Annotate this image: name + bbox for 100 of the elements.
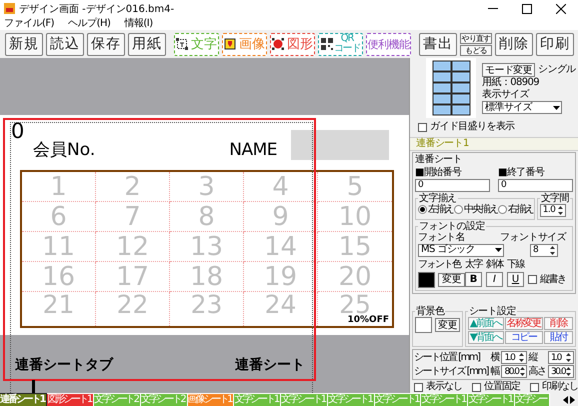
radio-button[interactable] (498, 205, 508, 214)
stamp-number: 13 (190, 232, 224, 260)
name-label: NAME (229, 140, 277, 160)
qr-code-icon (320, 38, 333, 50)
sheet-tab[interactable]: 連番シート1 (0, 393, 48, 406)
checkbox[interactable] (472, 382, 481, 392)
height-spinner[interactable]: 30.0 (548, 365, 574, 378)
spinner-arrows-icon[interactable] (549, 244, 556, 256)
italic-button[interactable]: I (486, 272, 503, 287)
spinner-arrows-icon[interactable] (518, 352, 526, 363)
stamp-number: 1 (50, 172, 67, 200)
menu-item[interactable]: ファイル(F) (4, 17, 54, 30)
group-title: 文字間 (540, 192, 570, 204)
group-title: 連番シート (415, 154, 464, 166)
stamp-number: 20 (338, 262, 372, 290)
spinner-arrows-icon[interactable] (565, 352, 572, 363)
field-label: 斜体 (486, 258, 504, 270)
sheet-button[interactable]: 貼付 (544, 331, 573, 344)
toolbar-button[interactable]: 削除 (495, 32, 533, 56)
radio-label: 左揃え (428, 204, 453, 216)
field-label: ■開始番号 (415, 166, 462, 178)
group-title: シート設定 (468, 306, 517, 317)
checkbox[interactable] (528, 275, 537, 284)
end-number-field[interactable]: 0 (498, 178, 573, 192)
paper-label: 用紙：08909 (482, 77, 540, 88)
stamp-number: 9 (272, 202, 289, 230)
radio-button[interactable] (418, 205, 427, 214)
stamp-number: 4 (272, 172, 289, 200)
stamp-number: 23 (190, 292, 222, 317)
toolbar-button[interactable]: 書出 (419, 32, 457, 56)
mode-label: シングル (538, 64, 576, 76)
maximize-icon[interactable] (522, 4, 532, 14)
stamp-number: 14 (264, 232, 298, 260)
menu-item[interactable]: 情報(I) (124, 17, 153, 30)
toolbar-button[interactable]: 新規 (5, 32, 43, 56)
position-y-spinner[interactable]: 1.0 (548, 351, 574, 364)
field-label: 幅 (490, 366, 500, 378)
scroll-left-icon[interactable] (562, 396, 569, 404)
stamp-number: 16 (42, 262, 76, 290)
stamp-number: 21 (42, 292, 74, 317)
toolbar-button[interactable]: もどる (460, 44, 492, 56)
spinner-arrows-icon[interactable] (556, 204, 564, 216)
stamp-number: 22 (116, 292, 148, 317)
radio-label: 中央揃え (464, 204, 498, 216)
checkbox-label: 位置固定 (484, 381, 520, 393)
scroll-right-icon[interactable] (569, 396, 576, 404)
field-label: 高さ (528, 366, 546, 378)
sheet-button[interactable]: 名称変更 (504, 317, 543, 330)
sheet-button[interactable]: コピー (504, 331, 543, 344)
field-label: 縦 (528, 352, 538, 364)
toolbar-button[interactable]: 印刷 (536, 32, 574, 56)
width-spinner[interactable]: 80.0 (501, 365, 528, 378)
toolbar-button[interactable]: 読込 (46, 32, 84, 56)
toolbar-button[interactable]: 便利機能 (366, 32, 411, 56)
field-label: フォント名 (418, 232, 466, 244)
field-label: シート位置 [mm] (414, 352, 481, 364)
spacing-spinner[interactable]: 1.0 (540, 204, 566, 216)
underline-button[interactable]: U (507, 272, 524, 287)
sheet-button[interactable]: 削除 (544, 317, 573, 330)
stamp-number: 17 (116, 262, 150, 290)
checkbox[interactable] (418, 122, 427, 132)
shape-circle-icon (272, 38, 284, 50)
stamp-number: 10 (338, 202, 372, 230)
toolbar-button[interactable]: 図形 (270, 32, 315, 56)
section-title: 連番シート1 (410, 136, 578, 150)
field-label: シートサイズ [mm] (414, 366, 490, 378)
toolbar-button[interactable]: 用紙 (128, 32, 166, 56)
picture-frame-icon (224, 38, 236, 50)
stamp-number: 2 (124, 172, 141, 200)
toolbar-button[interactable]: やり直す (460, 32, 492, 44)
spinner-arrows-icon[interactable] (518, 366, 526, 377)
menu-item[interactable]: ヘルプ(H) (68, 17, 110, 30)
radio-button[interactable] (454, 205, 463, 214)
caret-icon (553, 106, 560, 110)
spinner-arrows-icon[interactable] (565, 366, 572, 377)
position-x-spinner[interactable]: 1.0 (501, 351, 528, 364)
checkbox[interactable] (414, 382, 423, 392)
sheet-tab[interactable]: 図形シート1 (47, 393, 94, 406)
member-label: 会員No. (33, 140, 96, 160)
checkbox-label: ガイド目盛りを表示 (430, 121, 515, 133)
font-size-spinner[interactable]: 8 (530, 244, 558, 256)
stamp-number: 3 (198, 172, 215, 200)
group-title: 文字揃え (418, 192, 458, 204)
start-number-field[interactable]: 0 (415, 178, 490, 192)
checkbox[interactable] (530, 382, 539, 392)
change-button[interactable]: 変更 (435, 318, 460, 332)
change-button[interactable]: 変更 (438, 272, 465, 286)
offer-text: 10%OFF (348, 316, 389, 325)
font-name-select[interactable]: MS ゴシック (418, 244, 504, 256)
stamp-number: 12 (116, 232, 150, 260)
toolbar-button[interactable]: 保存 (87, 32, 125, 56)
bold-button[interactable]: B (465, 272, 482, 287)
stamp-number: 24 (264, 292, 296, 317)
field-label: ■終了番号 (498, 166, 546, 178)
stamp-number: 18 (190, 262, 224, 290)
mode-change-button[interactable]: モード変更 (482, 63, 536, 77)
close-icon[interactable] (556, 4, 566, 14)
display-size-select[interactable]: 標準サイズ (482, 101, 562, 114)
checkbox-label: 印刷なし (542, 381, 578, 393)
stamp-number: 19 (264, 262, 298, 290)
